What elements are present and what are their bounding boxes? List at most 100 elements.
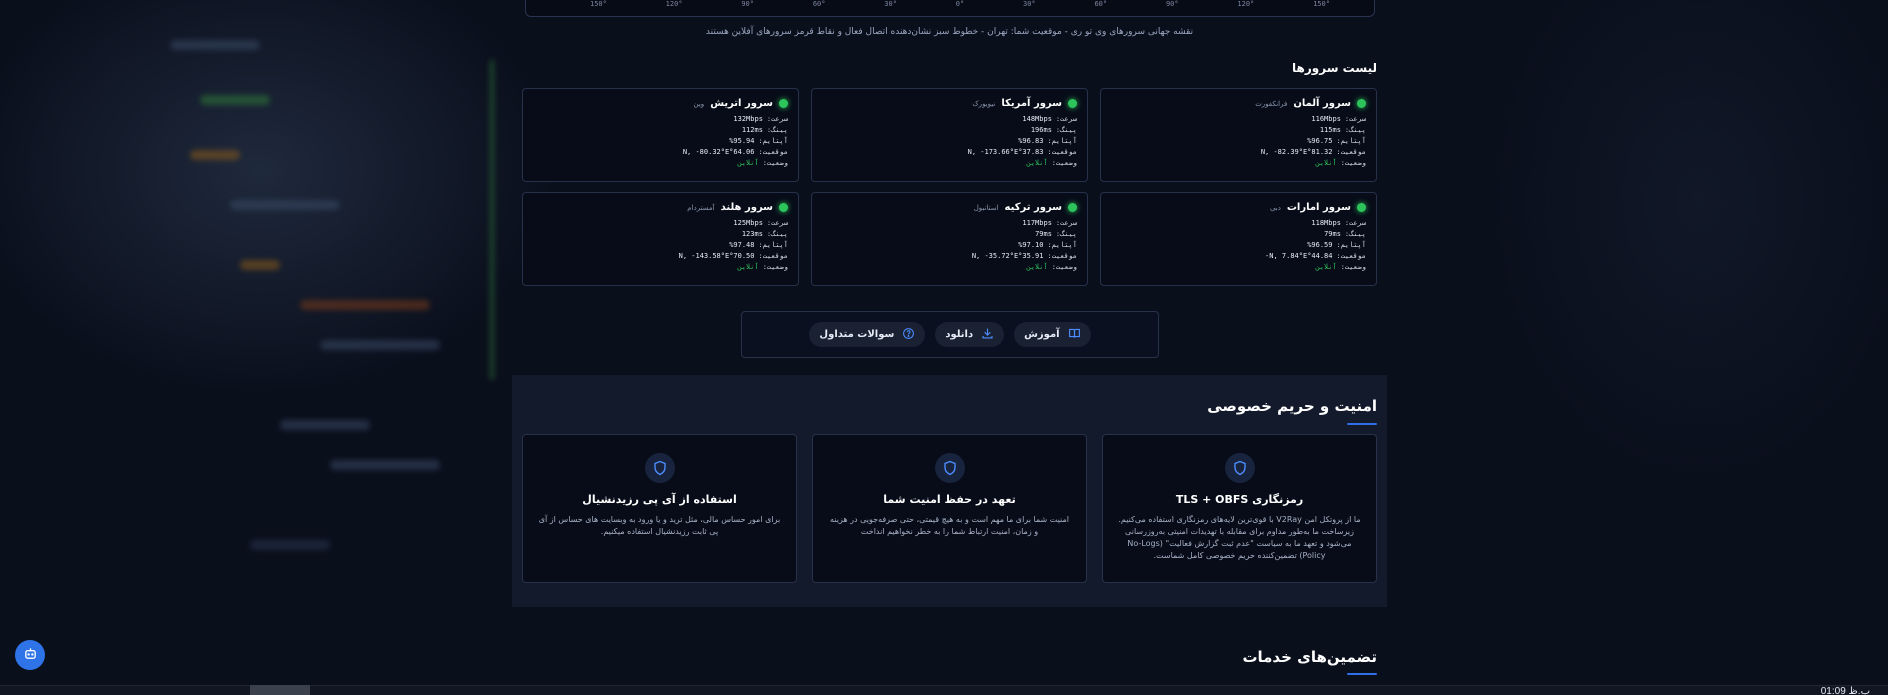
uptime-label: آپتایم: (758, 137, 788, 145)
speed-value: 116Mbps (1311, 115, 1341, 123)
taskbar-clock: 01:09 ب.ظ (1820, 686, 1870, 695)
speed-label: سرعت: (1055, 219, 1077, 227)
speed-label: سرعت: (1055, 115, 1077, 123)
shield-icon (1224, 453, 1255, 483)
status-label: وضعیت: (1340, 263, 1366, 271)
location-label: موقعیت: (1047, 148, 1077, 156)
speed-value: 117Mbps (1022, 219, 1052, 227)
uptime-value: %96.59 (1307, 241, 1333, 249)
server-city: دبی (1269, 203, 1281, 212)
taskbar-active-app[interactable] (250, 685, 310, 695)
security-card-title: استفاده از آی پی رزیدنشیال (582, 493, 737, 506)
map-tick: 90° (741, 0, 754, 8)
ping-value: 115ms (1319, 126, 1341, 134)
map-tick: 0° (955, 0, 965, 8)
ping-value: 112ms (741, 126, 763, 134)
download-icon (981, 327, 994, 343)
status-label: وضعیت: (762, 159, 788, 167)
faq-button[interactable]: سوالات متداول (809, 322, 926, 347)
status-label: وضعیت: (1051, 263, 1077, 271)
location-label: موقعیت: (758, 148, 788, 156)
server-city: فرانکفورت (1255, 99, 1288, 108)
ping-value: 123ms (741, 230, 763, 238)
speed-value: 132Mbps (733, 115, 763, 123)
server-name: سرور امارات (1286, 202, 1351, 213)
uptime-label: آپتایم: (758, 241, 788, 249)
status-label: وضعیت: (762, 263, 788, 271)
status-dot (779, 99, 788, 108)
chat-bot-button[interactable] (15, 640, 45, 670)
map-tick: 150° (1313, 0, 1330, 8)
uptime-value: %95.94 (729, 137, 755, 145)
map-caption: نقشه جهانی سرورهای وی تو ری - موقعیت شما… (705, 27, 1194, 37)
background-decoration (0, 0, 520, 695)
server-name: سرور آلمان (1293, 98, 1351, 109)
shield-icon (644, 453, 675, 483)
security-card-title: رمزنگاری TLS + OBFS (1175, 493, 1304, 506)
security-card-residential-ip: استفاده از آی پی رزیدنشیال برای امور حسا… (522, 434, 797, 583)
ping-value: 79ms (1324, 230, 1341, 238)
status-dot (1068, 99, 1077, 108)
tutorial-button[interactable]: آموزش (1014, 322, 1091, 347)
location-label: موقعیت: (1336, 148, 1366, 156)
action-panel: آموزش دانلود سوالات متداول (741, 311, 1159, 358)
download-button[interactable]: دانلود (935, 322, 1005, 347)
security-card-desc: برای امور حساس مالی، مثل ترید و یا ورود … (538, 515, 781, 536)
location-value: N, -173.66°E°37.83 (967, 148, 1044, 156)
location-value: N, -143.58°E°70.50 (678, 252, 755, 260)
server-card-netherlands[interactable]: سرور هلند آمستردام سرعت: 125Mbps پینگ: 123… (522, 192, 799, 286)
map-longitude-ticks: 150° 120° 90° 60° 30° 0° 30° 60° 90° 120… (540, 0, 1360, 12)
ping-value: 79ms (1035, 230, 1052, 238)
status-dot (1068, 203, 1077, 212)
ping-value: 196ms (1030, 126, 1052, 134)
server-city: وین (693, 99, 705, 108)
map-tick: 30° (1023, 0, 1036, 8)
speed-label: سرعت: (766, 219, 788, 227)
status-label: وضعیت: (1340, 159, 1366, 167)
status-dot (1357, 203, 1366, 212)
map-tick: 30° (884, 0, 897, 8)
server-city: نیویورک (972, 99, 996, 108)
server-card-usa[interactable]: سرور آمریکا نیویورک سرعت: 148Mbps پینگ: 19… (811, 88, 1088, 182)
uptime-value: %97.10 (1018, 241, 1044, 249)
uptime-value: %97.48 (729, 241, 755, 249)
speed-value: 148Mbps (1022, 115, 1052, 123)
location-value: N, -80.32°E°64.06 (682, 148, 755, 156)
ping-label: پینگ: (1344, 230, 1366, 238)
status-value: آنلاین (1026, 159, 1048, 167)
faq-label: سوالات متداول (819, 329, 895, 340)
uptime-value: %96.75 (1307, 137, 1333, 145)
location-value: N, 7.84°E°44.84- (1265, 252, 1333, 260)
status-label: وضعیت: (1051, 159, 1077, 167)
speed-label: سرعت: (1344, 115, 1366, 123)
uptime-label: آپتایم: (1336, 241, 1366, 249)
status-value: آنلاین (737, 159, 759, 167)
status-value: آنلاین (737, 263, 759, 271)
map-tick: 60° (812, 0, 826, 8)
download-label: دانلود (945, 329, 974, 340)
status-value: آنلاین (1315, 159, 1337, 167)
server-card-germany[interactable]: سرور آلمان فرانکفورت سرعت: 116Mbps پینگ: 1… (1100, 88, 1377, 182)
speed-value: 125Mbps (733, 219, 763, 227)
shield-icon (934, 453, 965, 483)
location-value: N, -82.39°E°81.32 (1260, 148, 1333, 156)
map-tick: 120° (665, 0, 683, 8)
server-card-uae[interactable]: سرور امارات دبی سرعت: 118Mbps پینگ: 79ms آ… (1100, 192, 1377, 286)
book-icon (1068, 327, 1081, 343)
server-card-austria[interactable]: سرور اتریش وین سرعت: 132Mbps پینگ: 112ms آ… (522, 88, 799, 182)
security-cards: رمزنگاری TLS + OBFS ما از پروتکل امن V2R… (522, 434, 1377, 583)
server-card-turkey[interactable]: سرور ترکیه استانبول سرعت: 117Mbps پینگ: 79… (811, 192, 1088, 286)
speed-label: سرعت: (766, 115, 788, 123)
uptime-value: %96.83 (1018, 137, 1044, 145)
status-dot (1357, 99, 1366, 108)
server-name: سرور آمریکا (1001, 98, 1062, 109)
uptime-label: آپتایم: (1047, 137, 1077, 145)
ping-label: پینگ: (1344, 126, 1366, 134)
ping-label: پینگ: (766, 126, 788, 134)
security-card-title: تعهد در حفظ امنیت شما (883, 493, 1016, 506)
status-value: آنلاین (1026, 263, 1048, 271)
map-tick: 120° (1237, 0, 1255, 8)
security-card-desc: ما از پروتکل امن V2Ray با قوی‌ترین لایه‌… (1118, 515, 1361, 560)
map-tick: 60° (1094, 0, 1108, 8)
speed-label: سرعت: (1344, 219, 1366, 227)
